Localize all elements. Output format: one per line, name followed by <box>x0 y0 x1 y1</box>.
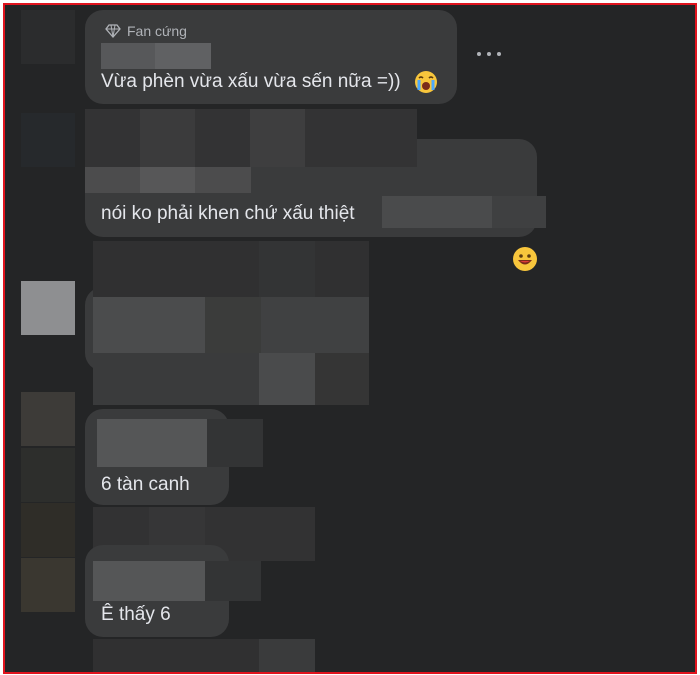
image-blurred <box>259 353 315 405</box>
image-blurred <box>259 241 315 297</box>
image-blurred <box>261 297 369 353</box>
comment-text: 6 tàn canh <box>101 474 190 495</box>
more-options-icon[interactable] <box>477 47 501 61</box>
avatar-blurred[interactable] <box>21 10 75 64</box>
avatar-blurred <box>21 503 75 557</box>
image-blurred <box>140 109 195 167</box>
author-name-blurred[interactable] <box>93 561 205 601</box>
top-fan-badge: Fan cứng <box>105 23 187 39</box>
author-name-blurred <box>155 43 211 69</box>
grinning-face-icon[interactable] <box>511 245 539 273</box>
image-blurred <box>205 297 261 353</box>
comment-text: Ê thấy 6 <box>101 604 171 625</box>
author-name-blurred <box>140 167 195 193</box>
author-name-blurred <box>205 561 261 601</box>
comment-thread-panel: Fan cứng Vừa phèn vừa xấu vừa sến nữa =)… <box>3 3 697 674</box>
image-blurred <box>315 353 369 405</box>
image-blurred <box>93 353 259 405</box>
avatar-blurred[interactable] <box>21 392 75 446</box>
image-blurred <box>250 109 305 167</box>
image-blurred <box>259 639 315 672</box>
diamond-icon <box>105 24 121 38</box>
avatar-blurred[interactable] <box>21 113 75 167</box>
crying-face-icon <box>415 71 437 93</box>
author-name-blurred[interactable] <box>97 419 207 467</box>
avatar-blurred[interactable] <box>21 558 75 612</box>
comment-text: Vừa phèn vừa xấu vừa sến nữa =)) <box>101 71 401 92</box>
avatar-blurred <box>21 448 75 502</box>
avatar-blurred[interactable] <box>21 281 75 335</box>
badge-label: Fan cứng <box>127 23 187 39</box>
text-blurred <box>492 196 546 228</box>
image-blurred <box>93 297 205 353</box>
comment-text: nói ko phải khen chứ xấu thiệt <box>101 203 355 224</box>
author-name-blurred <box>207 419 263 467</box>
